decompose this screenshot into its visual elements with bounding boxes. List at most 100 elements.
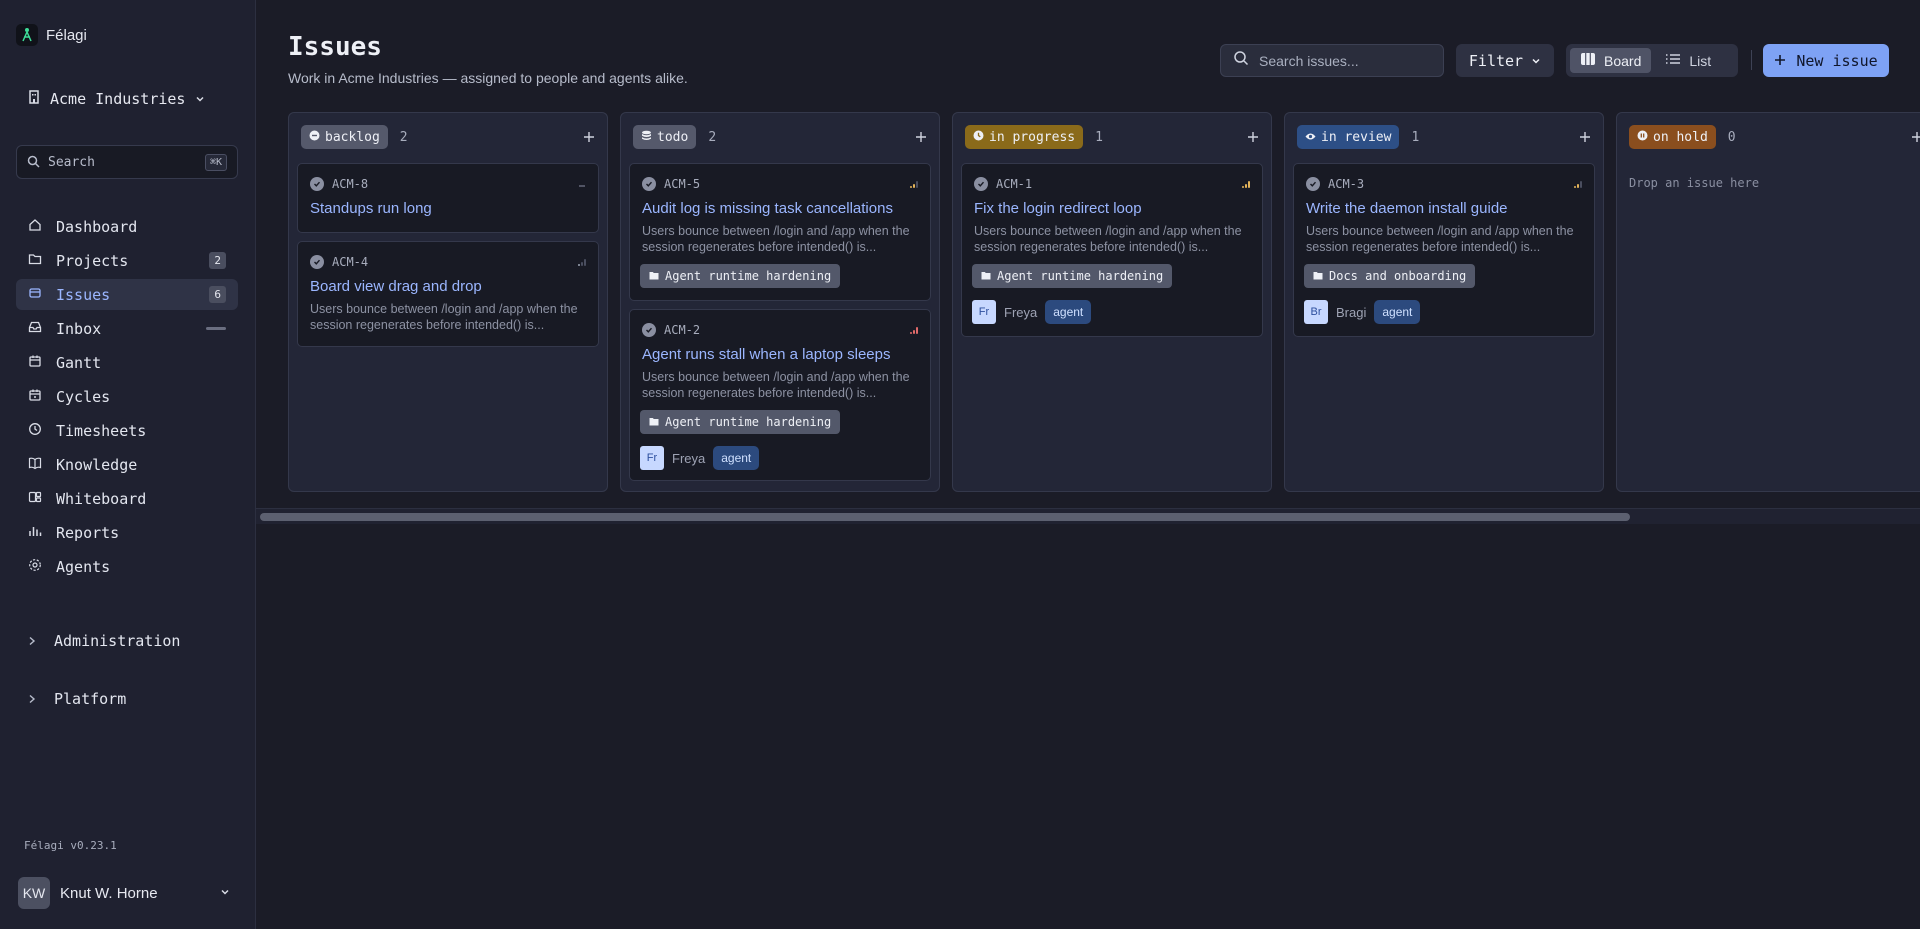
project-tag[interactable]: Docs and onboarding bbox=[1304, 264, 1476, 288]
sidebar-item-projects[interactable]: Projects 2 bbox=[16, 245, 238, 276]
view-board-button[interactable]: Board bbox=[1570, 48, 1652, 73]
projects-count-badge: 2 bbox=[209, 252, 226, 269]
sidebar-item-label: Whiteboard bbox=[56, 489, 147, 508]
check-icon bbox=[642, 177, 656, 191]
divider bbox=[1751, 50, 1752, 70]
sidebar-item-issues[interactable]: Issues 6 bbox=[16, 279, 238, 310]
priority-low-icon bbox=[578, 258, 586, 266]
sidebar-item-reports[interactable]: Reports bbox=[16, 517, 238, 548]
list-icon bbox=[1665, 52, 1681, 69]
avatar: KW bbox=[18, 877, 50, 909]
board-icon bbox=[1580, 52, 1596, 69]
status-pill-todo: todo bbox=[633, 125, 697, 149]
check-icon bbox=[642, 323, 656, 337]
status-label: in review bbox=[1321, 129, 1392, 145]
search-input[interactable] bbox=[1259, 52, 1429, 69]
add-issue-button[interactable] bbox=[1247, 127, 1259, 148]
sidebar-search-label: Search bbox=[48, 154, 95, 170]
sidebar-item-inbox[interactable]: Inbox bbox=[16, 313, 238, 344]
chevron-right-icon bbox=[28, 690, 36, 708]
plus-icon bbox=[1912, 131, 1920, 142]
sidebar-item-dashboard[interactable]: Dashboard bbox=[16, 211, 238, 242]
avatar: Fr bbox=[640, 446, 664, 470]
clock-icon bbox=[28, 422, 42, 440]
board-scrollbar[interactable] bbox=[256, 508, 1920, 524]
sidebar-item-timesheets[interactable]: Timesheets bbox=[16, 415, 238, 446]
column-count: 0 bbox=[1727, 129, 1736, 145]
assignee-name: Freya bbox=[672, 450, 706, 466]
new-issue-button[interactable]: New issue bbox=[1763, 44, 1889, 77]
section-label: Platform bbox=[54, 690, 127, 708]
project-tag[interactable]: Agent runtime hardening bbox=[972, 264, 1173, 288]
scrollbar-thumb[interactable] bbox=[260, 513, 1630, 521]
page-subtitle: Work in Acme Industries — assigned to pe… bbox=[288, 70, 688, 86]
assignee-name: Bragi bbox=[1336, 304, 1367, 320]
assignee[interactable]: Fr Freya agent bbox=[972, 300, 1092, 324]
issue-card[interactable]: ACM-8 Standups run long bbox=[297, 163, 599, 233]
issue-title: Agent runs stall when a laptop sleeps bbox=[642, 346, 891, 363]
sidebar-item-whiteboard[interactable]: Whiteboard bbox=[16, 483, 238, 514]
brand-name: Félagi bbox=[46, 26, 87, 44]
status-pill-on-hold: on hold bbox=[1629, 125, 1716, 149]
sidebar-search[interactable]: Search ⌘K bbox=[16, 145, 238, 179]
issue-card[interactable]: ACM-4 Board view drag and drop Users bou… bbox=[297, 241, 599, 347]
sidebar-nav: Dashboard Projects 2 Issues 6 Inbox Gant… bbox=[16, 211, 238, 585]
view-list-label: List bbox=[1689, 52, 1712, 69]
issue-card[interactable]: ACM-3 Write the daemon install guide Use… bbox=[1293, 163, 1595, 337]
issue-card[interactable]: ACM-1 Fix the login redirect loop Users … bbox=[961, 163, 1263, 337]
priority-medium-icon bbox=[910, 180, 918, 188]
issue-description: Users bounce between /login and /app whe… bbox=[1306, 224, 1574, 254]
filter-button[interactable]: Filter bbox=[1456, 44, 1554, 77]
column-backlog: backlog 2 ACM-8 Standups run long ACM-4 … bbox=[288, 112, 608, 492]
assignee-name: Freya bbox=[1004, 304, 1038, 320]
user-menu[interactable]: KW Knut W. Horne bbox=[18, 877, 230, 909]
project-tag[interactable]: Agent runtime hardening bbox=[640, 410, 841, 434]
avatar: Br bbox=[1304, 300, 1328, 324]
sidebar-item-gantt[interactable]: Gantt bbox=[16, 347, 238, 378]
issue-card[interactable]: ACM-5 Audit log is missing task cancella… bbox=[629, 163, 931, 301]
section-administration[interactable]: Administration bbox=[28, 632, 180, 650]
add-issue-button[interactable] bbox=[583, 127, 595, 148]
add-issue-button[interactable] bbox=[1911, 127, 1920, 148]
issue-id: ACM-5 bbox=[664, 177, 701, 191]
priority-urgent-icon bbox=[910, 326, 918, 334]
assignee[interactable]: Br Bragi agent bbox=[1304, 300, 1421, 324]
eye-icon bbox=[1305, 130, 1316, 145]
issue-title: Fix the login redirect loop bbox=[974, 200, 1142, 217]
issue-search[interactable] bbox=[1220, 44, 1444, 77]
issue-card[interactable]: ACM-2 Agent runs stall when a laptop sle… bbox=[629, 309, 931, 481]
project-name: Agent runtime hardening bbox=[665, 269, 832, 283]
workspace-switcher[interactable]: Acme Industries bbox=[28, 90, 205, 108]
check-icon bbox=[310, 255, 324, 269]
drop-zone-hint: Drop an issue here bbox=[1629, 176, 1760, 190]
add-issue-button[interactable] bbox=[915, 127, 927, 148]
issue-description: Users bounce between /login and /app whe… bbox=[642, 224, 910, 254]
chevron-down-icon bbox=[1531, 52, 1541, 70]
plus-icon bbox=[584, 131, 594, 142]
whiteboard-icon bbox=[28, 490, 42, 508]
folder-icon bbox=[649, 415, 659, 429]
section-platform[interactable]: Platform bbox=[28, 690, 126, 708]
column-on-hold: on hold 0 Drop an issue here bbox=[1616, 112, 1920, 492]
brand[interactable]: Félagi bbox=[16, 24, 87, 46]
search-shortcut: ⌘K bbox=[204, 153, 227, 171]
sidebar-item-label: Agents bbox=[56, 557, 111, 576]
sidebar-item-label: Inbox bbox=[56, 319, 102, 338]
stack-icon bbox=[28, 286, 42, 304]
sidebar-item-cycles[interactable]: Cycles bbox=[16, 381, 238, 412]
project-tag[interactable]: Agent runtime hardening bbox=[640, 264, 841, 288]
issue-id: ACM-8 bbox=[332, 177, 369, 191]
issue-id: ACM-2 bbox=[664, 323, 701, 337]
sidebar-item-label: Reports bbox=[56, 523, 120, 542]
assignee[interactable]: Fr Freya agent bbox=[640, 446, 760, 470]
view-list-button[interactable]: List bbox=[1655, 48, 1721, 73]
app-version: Félagi v0.23.1 bbox=[24, 839, 117, 852]
add-issue-button[interactable] bbox=[1579, 127, 1591, 148]
sidebar-item-label: Cycles bbox=[56, 387, 111, 406]
section-label: Administration bbox=[54, 632, 181, 650]
sidebar-item-knowledge[interactable]: Knowledge bbox=[16, 449, 238, 480]
column-in-progress: in progress 1 ACM-1 Fix the login redire… bbox=[952, 112, 1272, 492]
bar-chart-icon bbox=[28, 524, 42, 542]
sidebar-item-agents[interactable]: Agents bbox=[16, 551, 238, 582]
avatar: Fr bbox=[972, 300, 996, 324]
